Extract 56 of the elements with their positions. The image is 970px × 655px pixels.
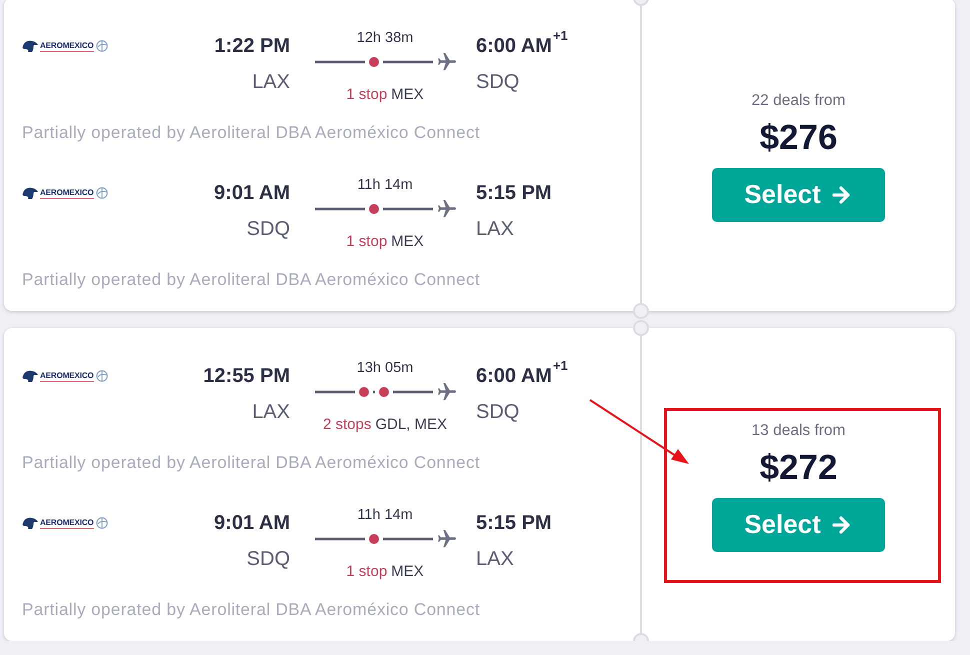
- globe-icon: [96, 187, 108, 199]
- stop-airports: MEX: [391, 233, 424, 251]
- plane-icon: [438, 530, 456, 548]
- arrival-time: 5:15 PM: [476, 181, 552, 205]
- plane-icon: [438, 200, 456, 218]
- globe-icon: [96, 40, 108, 52]
- stops-count: 1 stop: [346, 563, 388, 581]
- arrival-airport: LAX: [476, 547, 514, 571]
- price: $276: [760, 118, 838, 158]
- departure-time: 12:55 PM: [203, 364, 290, 388]
- stop-airports: MEX: [391, 86, 424, 104]
- price: $272: [760, 448, 838, 488]
- flight-duration: 12h 38m: [356, 29, 414, 47]
- arrival-airport: SDQ: [476, 400, 520, 424]
- eagle-head-icon: [22, 370, 38, 382]
- departure-time: 9:01 AM: [214, 181, 290, 205]
- stop-airports: GDL, MEX: [375, 416, 448, 434]
- operator-note: Partially operated by Aeroliteral DBA Aeroméxico Connect: [22, 270, 482, 290]
- deals-count: 22 deals from: [752, 92, 846, 110]
- airline-logo-text: AEROMEXICO: [40, 188, 94, 198]
- stop-airports: MEX: [391, 563, 424, 581]
- plane-icon: [438, 383, 456, 401]
- airline-logo-text: AEROMEXICO: [40, 370, 94, 382]
- day-offset: +1: [552, 359, 568, 372]
- operator-note: Partially operated by Aeroliteral DBA Aeroméxico Connect: [22, 600, 482, 620]
- eagle-head-icon: [22, 187, 38, 199]
- arrival-airport: LAX: [476, 217, 514, 241]
- flight-duration: 13h 05m: [356, 359, 414, 377]
- flight-duration: 11h 14m: [357, 176, 413, 194]
- arrival-time: 6:00 AM: [476, 34, 552, 58]
- globe-icon: [96, 370, 108, 382]
- departure-airport: SDQ: [246, 547, 290, 571]
- stops-count: 2 stops: [322, 416, 372, 434]
- eagle-head-icon: [22, 517, 38, 529]
- globe-icon: [96, 517, 108, 529]
- operator-note: Partially operated by Aeroliteral DBA Aeroméxico Connect: [22, 123, 482, 143]
- departure-time: 1:22 PM: [214, 34, 290, 58]
- stops-count: 1 stop: [346, 233, 388, 251]
- arrival-airport: SDQ: [476, 70, 520, 94]
- plane-icon: [438, 53, 456, 71]
- deals-count: 13 deals from: [752, 422, 846, 440]
- airline-logo-text: AEROMEXICO: [40, 40, 94, 52]
- flight-duration: 11h 14m: [357, 506, 413, 524]
- select-button[interactable]: Select: [712, 168, 885, 222]
- arrival-time: 5:15 PM: [476, 511, 552, 535]
- eagle-head-icon: [22, 40, 38, 52]
- departure-airport: LAX: [252, 70, 290, 94]
- stops-count: 1 stop: [346, 86, 388, 104]
- arrival-time: 6:00 AM: [476, 364, 552, 388]
- operator-note: Partially operated by Aeroliteral DBA Aeroméxico Connect: [22, 453, 482, 473]
- airline-logo-text: AEROMEXICO: [40, 518, 94, 528]
- departure-airport: LAX: [252, 400, 290, 424]
- select-button[interactable]: Select: [712, 498, 885, 552]
- day-offset: +1: [552, 29, 568, 42]
- departure-airport: SDQ: [246, 217, 290, 241]
- departure-time: 9:01 AM: [214, 511, 290, 535]
